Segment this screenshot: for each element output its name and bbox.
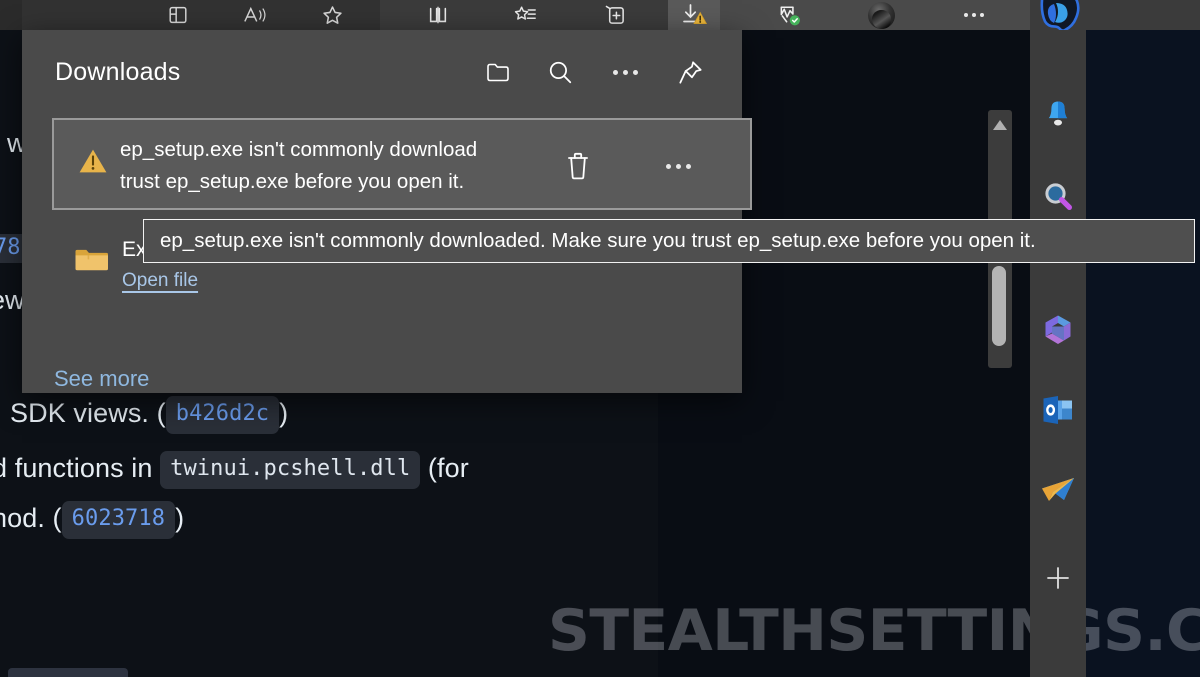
bottom-tab-remnant (8, 668, 128, 677)
ellipsis-glyph (964, 13, 984, 17)
scroll-up-arrow-icon[interactable] (992, 118, 1008, 130)
page-line-2: d functions in twinui.pcshell.dll (for (0, 451, 469, 489)
download-warning-line-2: trust ep_setup.exe before you open it. (120, 170, 465, 193)
folder-icon (74, 246, 108, 279)
page-line-3-pre: hod. ( (0, 503, 62, 533)
browser-split-icon[interactable] (412, 0, 464, 30)
search-magnifier-icon[interactable] (1030, 168, 1086, 224)
notifications-bell-icon[interactable] (1030, 86, 1086, 142)
outlook-icon[interactable] (1030, 382, 1086, 438)
page-line-2-post: (for (420, 453, 469, 483)
delete-download-button[interactable] (554, 142, 602, 190)
profile-avatar[interactable] (855, 0, 907, 30)
favorites-star-icon[interactable] (306, 0, 358, 30)
site-watermark: STEALTHSETTINGS.COM (548, 598, 1200, 664)
downloads-icon[interactable] (668, 0, 720, 30)
add-sidebar-app-icon[interactable] (1030, 550, 1086, 606)
browser-essentials-icon[interactable] (764, 0, 816, 30)
page-text-fragment-2: ew (0, 285, 25, 315)
toolbar-left-edge (0, 0, 22, 30)
code-chip-twinui-pcshell-dll: twinui.pcshell.dll (160, 451, 421, 489)
edge-sidebar (1030, 30, 1086, 677)
page-line-1-pre: SDK views. ( (10, 398, 166, 428)
downloads-title: Downloads (55, 58, 181, 86)
tooltip-text: ep_setup.exe isn't commonly downloaded. … (160, 229, 1036, 252)
search-downloads-icon[interactable] (540, 52, 580, 92)
page-line-2-pre: d functions in (0, 453, 161, 483)
keep-downloads-open-icon[interactable] (670, 52, 710, 92)
copilot-icon[interactable] (1030, 0, 1086, 32)
telegram-icon[interactable] (1030, 462, 1086, 518)
download-warning-text: ep_setup.exe isn't commonly download tru… (120, 134, 540, 198)
warning-triangle-icon (78, 147, 108, 180)
split-screen-icon[interactable] (152, 0, 204, 30)
browser-toolbar (0, 0, 1200, 32)
open-downloads-folder-icon[interactable] (477, 52, 517, 92)
ellipsis-glyph (665, 163, 691, 169)
code-chip-6023718: 6023718 (61, 501, 176, 539)
download-item-warning[interactable]: ep_setup.exe isn't commonly download tru… (52, 118, 752, 210)
download-warning-tooltip: ep_setup.exe isn't commonly downloaded. … (143, 219, 1195, 263)
download-more-actions-button[interactable] (654, 142, 702, 190)
page-line-3-post: ) (175, 503, 185, 533)
downloads-header: Downloads (22, 30, 742, 114)
downloads-flyout: Downloads ep_setup.exe isn't commonly do… (22, 30, 752, 393)
open-file-link[interactable]: Open file (122, 270, 198, 292)
download-warning-line-1: ep_setup.exe isn't commonly download (120, 138, 478, 161)
ellipsis-glyph (612, 69, 638, 75)
settings-more-icon[interactable] (948, 0, 1000, 30)
collections-icon[interactable] (500, 0, 552, 30)
page-line-1-post: ) (279, 398, 289, 428)
see-more-link[interactable]: See more (54, 366, 149, 392)
page-line-3: hod. (6023718) (0, 501, 184, 539)
avatar-image (867, 1, 895, 29)
scrollbar-thumb[interactable] (992, 266, 1006, 346)
downloads-more-options-icon[interactable] (605, 52, 645, 92)
add-tab-icon[interactable] (588, 0, 640, 30)
microsoft-365-icon[interactable] (1030, 302, 1086, 358)
read-aloud-icon[interactable] (228, 0, 280, 30)
code-chip-b426d2c: b426d2c (165, 396, 280, 434)
page-line-1: SDK views. (b426d2c) (10, 396, 288, 434)
